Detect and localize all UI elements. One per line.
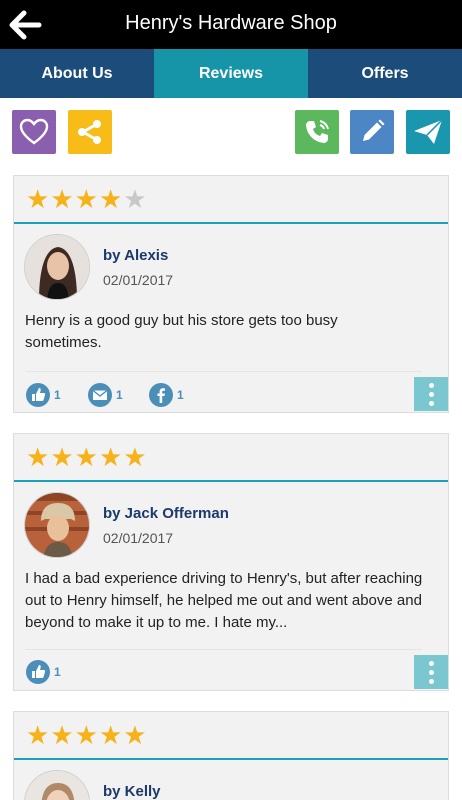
star-filled-icon: ★	[26, 442, 50, 472]
star-filled-icon: ★	[26, 720, 50, 750]
share-count: 1	[177, 388, 184, 402]
star-filled-icon: ★	[50, 442, 74, 472]
more-options-button[interactable]	[414, 377, 448, 411]
review-card: ★ ★ ★ ★ ★ by Jack Offerman 02/01/2017 I …	[13, 433, 449, 691]
kebab-dot-icon	[428, 669, 434, 675]
review-date: 02/01/2017	[103, 272, 174, 288]
share-icon	[78, 120, 101, 144]
star-filled-icon: ★	[98, 442, 123, 472]
call-button[interactable]	[295, 110, 339, 154]
review-date: 02/01/2017	[103, 530, 174, 546]
star-filled-icon: ★	[123, 720, 147, 750]
star-empty-icon: ★	[123, 184, 147, 214]
tab-about-us[interactable]: About Us	[0, 49, 154, 98]
more-options-button[interactable]	[414, 655, 448, 689]
kebab-dot-icon	[428, 382, 434, 388]
like-count: 1	[54, 665, 61, 679]
avatar	[24, 234, 90, 300]
envelope-icon	[88, 383, 112, 407]
app-header: Henry's Hardware Shop	[0, 0, 462, 49]
heart-icon	[19, 118, 49, 145]
star-filled-icon: ★	[98, 184, 123, 214]
divider	[25, 371, 422, 372]
facebook-share-button[interactable]: 1	[149, 383, 184, 407]
avatar	[24, 492, 90, 558]
avatar	[24, 770, 90, 800]
send-button[interactable]	[406, 110, 450, 154]
pencil-icon	[363, 119, 385, 141]
review-text: I had a bad experience driving to Henry'…	[25, 570, 423, 631]
email-button[interactable]: 1	[88, 383, 123, 407]
star-rating: ★ ★ ★ ★ ★	[14, 434, 448, 482]
star-filled-icon: ★	[74, 442, 98, 472]
review-card: ★ ★ ★ ★ ★ by Kelly	[13, 711, 449, 800]
email-count: 1	[116, 388, 123, 402]
star-filled-icon: ★	[74, 184, 98, 214]
kebab-dot-icon	[428, 678, 434, 684]
phone-icon	[306, 120, 329, 143]
facebook-icon	[149, 383, 173, 407]
tab-offers[interactable]: Offers	[308, 49, 462, 98]
tab-reviews[interactable]: Reviews	[154, 49, 308, 98]
kebab-dot-icon	[428, 660, 434, 666]
thumbs-up-icon	[26, 383, 50, 407]
page-title: Henry's Hardware Shop	[125, 12, 337, 34]
like-button[interactable]: 1	[26, 383, 61, 407]
star-filled-icon: ★	[123, 442, 147, 472]
share-button[interactable]	[68, 110, 112, 154]
like-count: 1	[54, 388, 61, 402]
action-toolbar	[0, 98, 462, 164]
star-filled-icon: ★	[26, 184, 50, 214]
review-author: by Jack Offerman	[103, 505, 229, 522]
star-filled-icon: ★	[50, 720, 74, 750]
star-filled-icon: ★	[50, 184, 74, 214]
star-rating: ★ ★ ★ ★ ★	[14, 176, 448, 224]
paper-plane-icon	[414, 119, 443, 144]
star-filled-icon: ★	[98, 720, 123, 750]
kebab-dot-icon	[428, 391, 434, 397]
review-author: by Kelly	[103, 783, 161, 800]
review-card: ★ ★ ★ ★ ★ by Alexis 02/01/2017 Henry is …	[13, 175, 449, 413]
star-filled-icon: ★	[74, 720, 98, 750]
favorite-button[interactable]	[12, 110, 56, 154]
like-button[interactable]: 1	[26, 660, 61, 684]
review-author: by Alexis	[103, 247, 169, 264]
divider	[25, 649, 422, 650]
star-rating: ★ ★ ★ ★ ★	[14, 712, 448, 760]
tab-bar: About Us Reviews Offers	[0, 49, 462, 98]
write-review-button[interactable]	[350, 110, 394, 154]
kebab-dot-icon	[428, 400, 434, 406]
thumbs-up-icon	[26, 660, 50, 684]
review-text: Henry is a good guy but his store gets t…	[25, 312, 338, 351]
